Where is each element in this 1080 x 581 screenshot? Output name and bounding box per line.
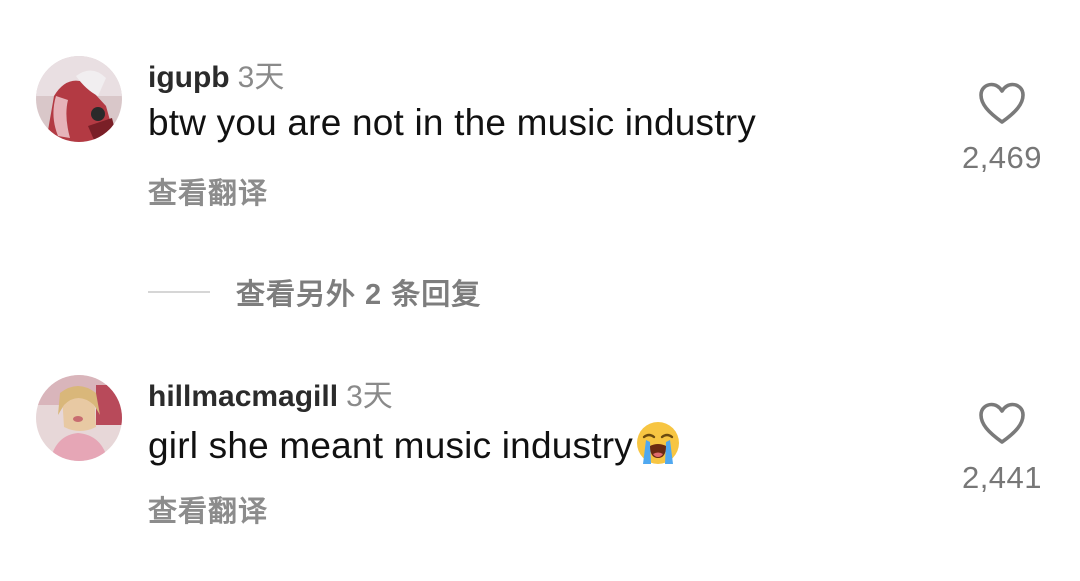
- comment-text-content: girl she meant music industry: [148, 425, 633, 466]
- comment-text: girl she meant music industry: [148, 420, 681, 475]
- username[interactable]: hillmacmagill: [148, 380, 338, 413]
- heart-outline-icon: [979, 402, 1025, 444]
- comment-header: hillmacmagill 3天: [148, 371, 393, 415]
- loudly-crying-face-emoji: [635, 420, 681, 475]
- timestamp: 3天: [346, 380, 393, 413]
- user-avatar[interactable]: [36, 375, 122, 461]
- like-count: 2,441: [961, 460, 1043, 495]
- like-button[interactable]: 2,441: [947, 402, 1057, 496]
- comment-item: hillmacmagill 3天 girl she meant music ind…: [0, 0, 1080, 581]
- see-translation-button[interactable]: 查看翻译: [148, 488, 268, 530]
